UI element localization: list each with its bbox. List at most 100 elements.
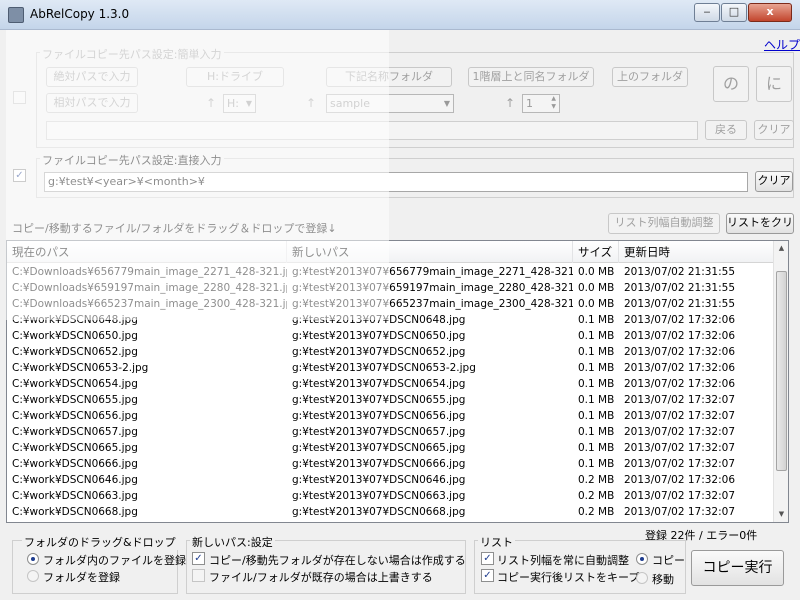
direct-path-input[interactable]: g:¥test¥<year>¥<month>¥ [44, 172, 748, 192]
simple-clear-button[interactable]: クリア [754, 120, 794, 140]
move-mode-label[interactable]: 移動 [652, 571, 674, 587]
cell-size: 0.1 MB [578, 394, 615, 406]
column-header-new-path[interactable]: 新しいパス [287, 241, 573, 263]
same-name-parent-button[interactable]: 1階層上と同名フォルダ [468, 67, 594, 87]
cell-new-path: g:¥test¥2013¥07¥DSCN0666.jpg [292, 458, 466, 470]
table-row[interactable]: C:¥work¥DSCN0668.jpg g:¥test¥2013¥07¥DSCN… [7, 504, 775, 520]
help-link[interactable]: ヘルプ [764, 36, 800, 53]
cell-modified: 2013/07/02 17:32:06 [624, 474, 736, 486]
scroll-thumb[interactable] [776, 271, 787, 471]
cell-size: 0.0 MB [578, 266, 615, 278]
table-row[interactable]: C:¥Downloads¥665237main_image_2300_428-3… [7, 296, 775, 312]
up-arrow-icon: ↑ [206, 96, 217, 110]
dnd-files-radio[interactable] [27, 553, 39, 565]
table-row[interactable]: C:¥work¥DSCN0663.jpg g:¥test¥2013¥07¥DSCN… [7, 488, 775, 504]
cell-current-path: C:¥work¥DSCN0657.jpg [12, 426, 138, 438]
direct-input-checkbox[interactable]: ✓ [13, 169, 26, 182]
dnd-folder-radio[interactable] [27, 570, 39, 582]
cell-new-path: g:¥test¥2013¥07¥665237main_image_2300_42… [292, 298, 573, 310]
scroll-up-icon[interactable]: ▲ [774, 241, 788, 256]
cell-new-path: g:¥test¥2013¥07¥DSCN0665.jpg [292, 442, 466, 454]
drive-button[interactable]: H:ドライブ [186, 67, 284, 87]
table-row[interactable]: C:¥work¥DSCN0656.jpg g:¥test¥2013¥07¥DSCN… [7, 408, 775, 424]
cell-current-path: C:¥Downloads¥659197main_image_2280_428-3… [12, 282, 287, 294]
cell-new-path: g:¥test¥2013¥07¥DSCN0650.jpg [292, 330, 466, 342]
cell-current-path: C:¥work¥DSCN0648.jpg [12, 314, 138, 326]
table-row[interactable]: C:¥work¥DSCN0648.jpg g:¥test¥2013¥07¥DSCN… [7, 312, 775, 328]
table-row[interactable]: C:¥Downloads¥659197main_image_2280_428-3… [7, 280, 775, 296]
overwrite-label[interactable]: ファイル/フォルダが既存の場合は上書きする [209, 569, 433, 585]
table-row[interactable]: C:¥work¥DSCN0655.jpg g:¥test¥2013¥07¥DSCN… [7, 392, 775, 408]
table-row[interactable]: C:¥work¥DSCN0653-2.jpg g:¥test¥2013¥07¥DS… [7, 360, 775, 376]
drive-combo-value: H: [227, 97, 239, 110]
cell-modified: 2013/07/02 17:32:07 [624, 458, 736, 470]
named-folder-button[interactable]: 下記名称フォルダ [326, 67, 452, 87]
table-row[interactable]: C:¥work¥DSCN0652.jpg g:¥test¥2013¥07¥DSCN… [7, 344, 775, 360]
cell-size: 0.1 MB [578, 378, 615, 390]
auto-adjust-label[interactable]: リスト列幅を常に自動調整 [497, 552, 629, 568]
close-button[interactable]: x [748, 3, 792, 22]
window-title: AbRelCopy 1.3.0 [30, 7, 130, 21]
folder-name-combo[interactable]: sample ▼ [326, 94, 454, 113]
absolute-path-button[interactable]: 絶対パスで入力 [46, 67, 138, 87]
relative-path-button[interactable]: 相対パスで入力 [46, 93, 138, 113]
keep-list-checkbox[interactable]: ✓ [481, 569, 494, 582]
keep-list-label[interactable]: コピー実行後リストをキープ [497, 569, 639, 585]
column-header-modified[interactable]: 更新日時 [619, 241, 775, 263]
table-row[interactable]: C:¥work¥DSCN0646.jpg g:¥test¥2013¥07¥DSCN… [7, 472, 775, 488]
back-button[interactable]: 戻る [705, 120, 747, 140]
stepper-arrows-icon: ▲ ▼ [551, 95, 556, 110]
overwrite-checkbox[interactable] [192, 569, 205, 582]
cell-modified: 2013/07/02 17:32:07 [624, 410, 736, 422]
cell-current-path: C:¥work¥DSCN0653-2.jpg [12, 362, 149, 374]
cell-modified: 2013/07/02 17:32:06 [624, 362, 736, 374]
cell-current-path: C:¥Downloads¥665237main_image_2300_428-3… [12, 298, 287, 310]
column-header-current-path[interactable]: 現在のパス [7, 241, 287, 263]
list-clear-button[interactable]: リストをクリア [726, 213, 794, 234]
table-row[interactable]: C:¥Downloads¥656779main_image_2271_428-3… [7, 264, 775, 280]
dnd-folder-label[interactable]: フォルダを登録 [43, 569, 120, 585]
auto-adjust-checkbox[interactable]: ✓ [481, 552, 494, 565]
table-row[interactable]: C:¥work¥DSCN0657.jpg g:¥test¥2013¥07¥DSCN… [7, 424, 775, 440]
direct-clear-button[interactable]: クリア [755, 171, 793, 192]
auto-width-button[interactable]: リスト列幅自動調整 [608, 213, 720, 234]
cell-modified: 2013/07/02 17:32:07 [624, 394, 736, 406]
table-row[interactable]: C:¥work¥DSCN0666.jpg g:¥test¥2013¥07¥DSCN… [7, 456, 775, 472]
cell-current-path: C:¥work¥DSCN0668.jpg [12, 506, 138, 518]
move-mode-radio[interactable] [636, 572, 648, 584]
maximize-button[interactable]: □ [721, 3, 747, 22]
table-row[interactable]: C:¥work¥DSCN0654.jpg g:¥test¥2013¥07¥DSCN… [7, 376, 775, 392]
no-button[interactable]: の [713, 66, 749, 102]
cell-size: 0.1 MB [578, 330, 615, 342]
dnd-files-label[interactable]: フォルダ内のファイルを登録 [43, 552, 186, 568]
simple-input-checkbox[interactable] [13, 91, 26, 104]
ni-button[interactable]: に [756, 66, 792, 102]
table-row[interactable]: C:¥work¥DSCN0650.jpg g:¥test¥2013¥07¥DSCN… [7, 328, 775, 344]
cell-size: 0.1 MB [578, 346, 615, 358]
parent-folder-button[interactable]: 上のフォルダ [612, 67, 688, 87]
cell-size: 0.0 MB [578, 298, 615, 310]
up-arrow-icon-3: ↑ [505, 96, 516, 110]
execute-button[interactable]: コピー実行 [691, 550, 784, 586]
minimize-button[interactable]: ‒ [694, 3, 720, 22]
level-value: 1 [526, 97, 533, 110]
table-row[interactable]: C:¥work¥DSCN0665.jpg g:¥test¥2013¥07¥DSCN… [7, 440, 775, 456]
file-list[interactable]: 現在のパス 新しいパス サイズ 更新日時 C:¥Downloads¥656779… [6, 240, 789, 523]
cell-size: 0.1 MB [578, 410, 615, 422]
list-scrollbar[interactable]: ▲ ▼ [773, 241, 788, 522]
scroll-down-icon[interactable]: ▼ [774, 507, 788, 522]
create-folder-label[interactable]: コピー/移動先フォルダが存在しない場合は作成する [209, 552, 466, 568]
cell-new-path: g:¥test¥2013¥07¥DSCN0653-2.jpg [292, 362, 476, 374]
copy-mode-radio[interactable] [636, 553, 648, 565]
cell-new-path: g:¥test¥2013¥07¥DSCN0655.jpg [292, 394, 466, 406]
drive-combo[interactable]: H: ▼ [223, 94, 256, 113]
column-header-size[interactable]: サイズ [573, 241, 619, 263]
level-stepper[interactable]: 1 ▲ ▼ [522, 94, 560, 113]
cell-modified: 2013/07/02 17:32:07 [624, 442, 736, 454]
cell-new-path: g:¥test¥2013¥07¥DSCN0663.jpg [292, 490, 466, 502]
copy-mode-label[interactable]: コピー [652, 552, 685, 568]
create-folder-checkbox[interactable]: ✓ [192, 552, 205, 565]
cell-current-path: C:¥work¥DSCN0666.jpg [12, 458, 138, 470]
simple-path-preview [46, 121, 698, 140]
cell-modified: 2013/07/02 17:32:07 [624, 506, 736, 518]
